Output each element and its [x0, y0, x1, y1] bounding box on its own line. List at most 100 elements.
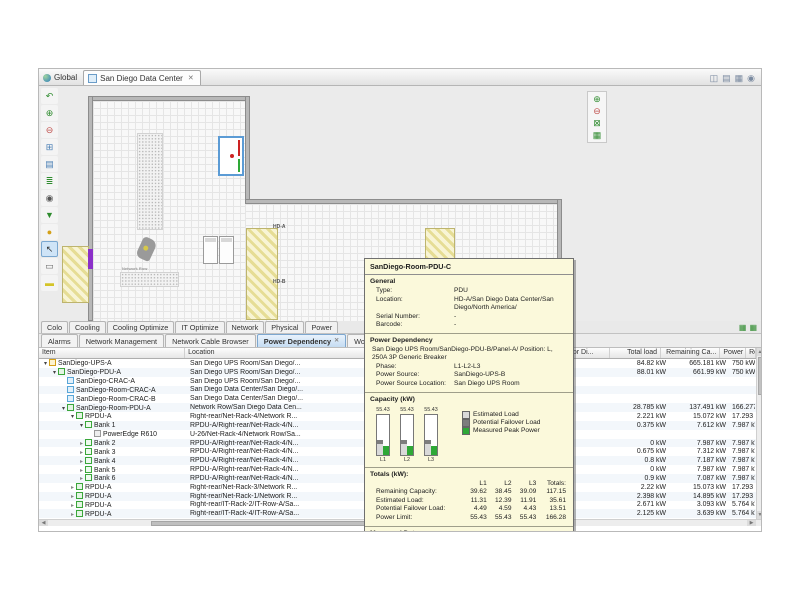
item-label: SanDiego-Room-CRAC-B — [76, 396, 156, 403]
browser-tab-network-management[interactable]: Network Management — [79, 334, 164, 347]
expand-closed-icon[interactable]: ▸ — [69, 502, 76, 509]
wall-north — [88, 96, 250, 101]
window-control-icon[interactable]: ▦ — [735, 74, 744, 83]
scroll-down-icon[interactable]: ▼ — [757, 511, 762, 519]
application-window: Global San Diego Data Center ✕ ◫▤▦◉ ↶⊕⊖⊞… — [38, 68, 762, 532]
view-tab-it-optimize[interactable]: IT Optimize — [175, 321, 224, 333]
zoom-out-icon[interactable]: ⊖ — [41, 122, 58, 138]
general-row: Type:PDU — [370, 287, 568, 296]
expand-open-icon[interactable]: ▾ — [42, 360, 49, 367]
view-tab-power[interactable]: Power — [305, 321, 338, 333]
power-dependency-row: Phase:L1-L2-L3 — [370, 363, 568, 372]
panel-red-strip — [238, 140, 240, 156]
view-tab-physical[interactable]: Physical — [265, 321, 304, 333]
item-label: RPDU-A — [85, 502, 111, 509]
expand-open-icon[interactable]: ▾ — [69, 413, 76, 420]
map-zoom-in-icon[interactable]: ⊕ — [593, 94, 601, 104]
totals-row: Potential Failover Load:4.494.594.4313.5… — [370, 505, 568, 514]
editor-tab-bar: Global San Diego Data Center ✕ ◫▤ ▦◉ — [39, 69, 761, 86]
network-row-label: Network Row — [122, 266, 147, 271]
hd-b-row-label: HD-B — [273, 279, 286, 285]
snapshot-icon[interactable]: ◉ — [41, 190, 58, 206]
hatched-zone-outside — [62, 246, 89, 303]
item-label: RPDU-A — [85, 511, 111, 518]
map-fit-icon[interactable]: ⊠ — [593, 118, 601, 128]
layers-icon[interactable]: ▤ — [41, 156, 58, 172]
screenshot-canvas: { "window": { "tabs": [ {"label": "Globa… — [0, 0, 800, 600]
srv-icon — [94, 430, 101, 437]
browser-tab-alarms[interactable]: Alarms — [41, 334, 78, 347]
bank-icon — [85, 421, 92, 428]
lock-icon[interactable]: ● — [41, 224, 58, 240]
vscroll-thumb[interactable] — [758, 357, 763, 395]
expand-closed-icon[interactable]: ▸ — [69, 493, 76, 500]
view-tab-cooling[interactable]: Cooling — [69, 321, 106, 333]
map-grid-icon[interactable]: ▦ — [593, 130, 602, 140]
expand-closed-icon[interactable]: ▸ — [78, 440, 85, 447]
scroll-up-icon[interactable]: ▲ — [757, 348, 762, 356]
expand-open-icon[interactable]: ▾ — [51, 369, 58, 376]
tab-san-diego-data-center[interactable]: San Diego Data Center ✕ — [83, 70, 201, 85]
pdu-icon — [76, 501, 83, 508]
expand-closed-icon[interactable]: ▸ — [78, 449, 85, 456]
expand-closed-icon[interactable]: ▸ — [78, 467, 85, 474]
vertical-scrollbar[interactable]: ▲ ▼ — [756, 348, 762, 519]
map-zoom-out-icon[interactable]: ⊖ — [593, 106, 601, 116]
window-corner-icons: ◫▤ ▦◉ — [710, 74, 761, 85]
tab-global[interactable]: Global — [39, 70, 83, 85]
close-icon[interactable]: ✕ — [334, 337, 339, 346]
column-header-1[interactable]: Location — [185, 348, 394, 358]
export-icon[interactable]: ▼ — [41, 207, 58, 223]
annotation-icon[interactable]: ▬ — [41, 275, 58, 291]
tooltip-title: SanDiego-Room-PDU-C — [365, 259, 573, 275]
capacity-gauge-l2: 55.43L2 — [400, 407, 414, 463]
column-header-5[interactable]: Total load — [610, 348, 661, 358]
export-table-icon[interactable]: ▦ — [749, 323, 757, 332]
browser-tab-network-cable-browser[interactable]: Network Cable Browser — [165, 334, 256, 347]
expand-open-icon[interactable]: ▾ — [78, 422, 85, 429]
column-header-0[interactable]: Item — [39, 348, 185, 358]
item-label: RPDU-A — [85, 484, 111, 491]
wall-inner-horizontal — [245, 199, 562, 204]
totals-row: Remaining Capacity:39.6238.4539.09117.15 — [370, 488, 568, 497]
filter-icon[interactable]: ≣ — [41, 173, 58, 189]
wall-inner-vertical — [245, 96, 250, 204]
vent-tiles-network-row — [120, 272, 179, 287]
select-tool-icon[interactable]: ↖ — [41, 241, 58, 257]
capacity-legend: Estimated LoadPotential Failover LoadMea… — [462, 411, 540, 435]
bank-icon — [85, 457, 92, 464]
expand-closed-icon[interactable]: ▸ — [78, 475, 85, 482]
item-label: SanDiego-UPS-A — [58, 360, 112, 367]
bank-icon — [85, 439, 92, 446]
fit-view-icon[interactable]: ⊞ — [41, 139, 58, 155]
expand-closed-icon[interactable]: ▸ — [78, 458, 85, 465]
close-icon[interactable]: ✕ — [188, 74, 194, 82]
datacenter-icon — [88, 74, 97, 83]
column-header-6[interactable]: Remaining Ca... — [661, 348, 720, 358]
crac-icon — [67, 377, 74, 384]
expand-open-icon[interactable]: ▾ — [60, 405, 67, 412]
expand-closed-icon[interactable]: ▸ — [69, 484, 76, 491]
column-header-8[interactable]: Re... — [746, 348, 756, 358]
window-control-icon[interactable]: ◉ — [747, 74, 755, 83]
power-dependency-row: Power Source Location:San Diego UPS Room — [370, 380, 568, 389]
rectangle-tool-icon[interactable]: ▭ — [41, 258, 58, 274]
undo-icon[interactable]: ↶ — [41, 88, 58, 104]
crac-icon — [67, 395, 74, 402]
view-tab-network[interactable]: Network — [226, 321, 265, 333]
table-view-icon[interactable]: ▦ — [739, 323, 747, 332]
bank-icon — [85, 466, 92, 473]
expand-closed-icon[interactable]: ▸ — [69, 511, 76, 518]
ups-icon — [49, 359, 56, 366]
map-left-toolbar: ↶⊕⊖⊞▤≣◉▼●↖▭▬ — [40, 88, 59, 291]
zoom-in-icon[interactable]: ⊕ — [41, 105, 58, 121]
view-tab-cooling-optimize[interactable]: Cooling Optimize — [107, 321, 175, 333]
column-header-7[interactable]: Power Limit — [720, 348, 746, 358]
view-tab-colo[interactable]: Colo — [41, 321, 68, 333]
browser-tab-power-dependency[interactable]: Power Dependency✕ — [257, 334, 346, 347]
window-control-icon[interactable]: ◫ — [710, 74, 719, 83]
wall-display-panel[interactable] — [218, 136, 244, 176]
window-control-icon[interactable]: ▤ — [722, 74, 731, 83]
power-dependency-heading: Power Dependency — [370, 337, 568, 344]
item-label: SanDiego-PDU-A — [67, 369, 121, 376]
